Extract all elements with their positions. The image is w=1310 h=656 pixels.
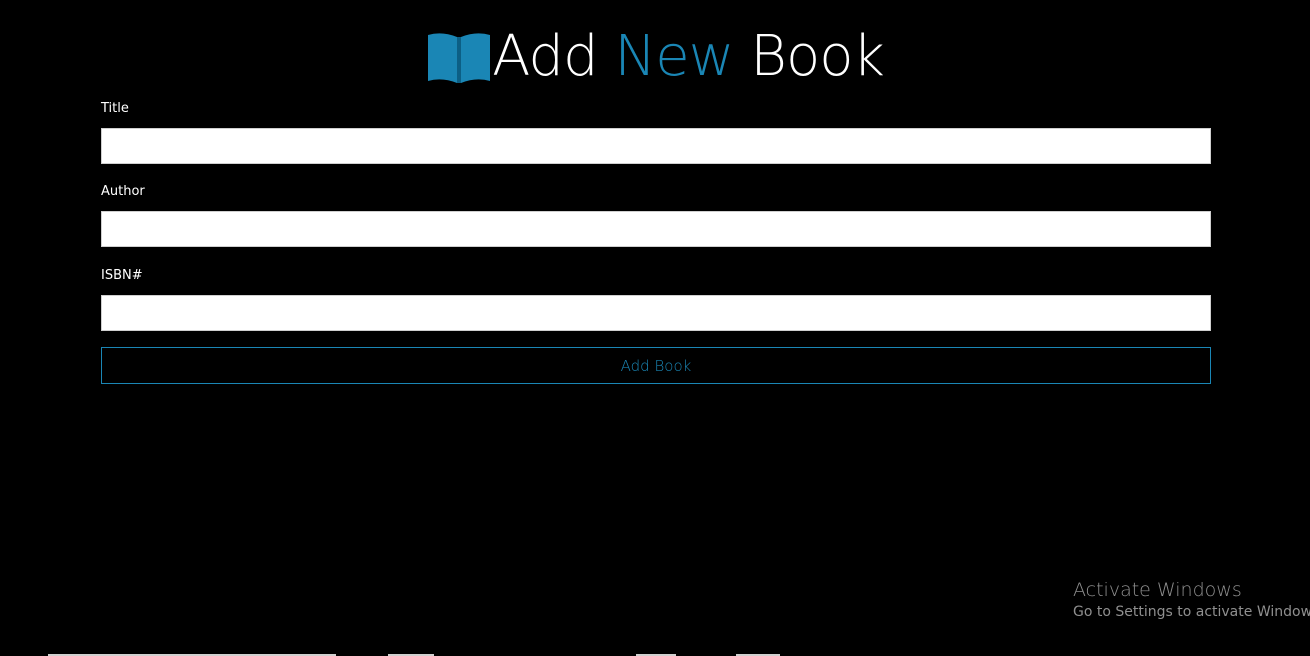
title-input[interactable] [101,128,1211,164]
watermark-subtitle: Go to Settings to activate Windows. [1073,604,1310,620]
page-header: Add New Book [0,22,1310,92]
isbn-label: ISBN# [101,268,143,283]
page-title: Add New Book [492,22,885,92]
isbn-input[interactable] [101,295,1211,331]
title-accent: New [614,24,734,89]
watermark-title: Activate Windows [1073,579,1242,601]
title-part1: Add [492,24,615,89]
author-input[interactable] [101,211,1211,247]
activate-windows-watermark: Activate Windows Go to Settings to activ… [1073,578,1310,622]
title-part2: Book [733,24,885,89]
page: Add New Book Title Author ISBN# Add Book… [0,0,1310,656]
add-book-button[interactable]: Add Book [101,347,1211,384]
open-book-icon [428,33,491,83]
title-label: Title [101,101,129,116]
author-label: Author [101,184,145,199]
